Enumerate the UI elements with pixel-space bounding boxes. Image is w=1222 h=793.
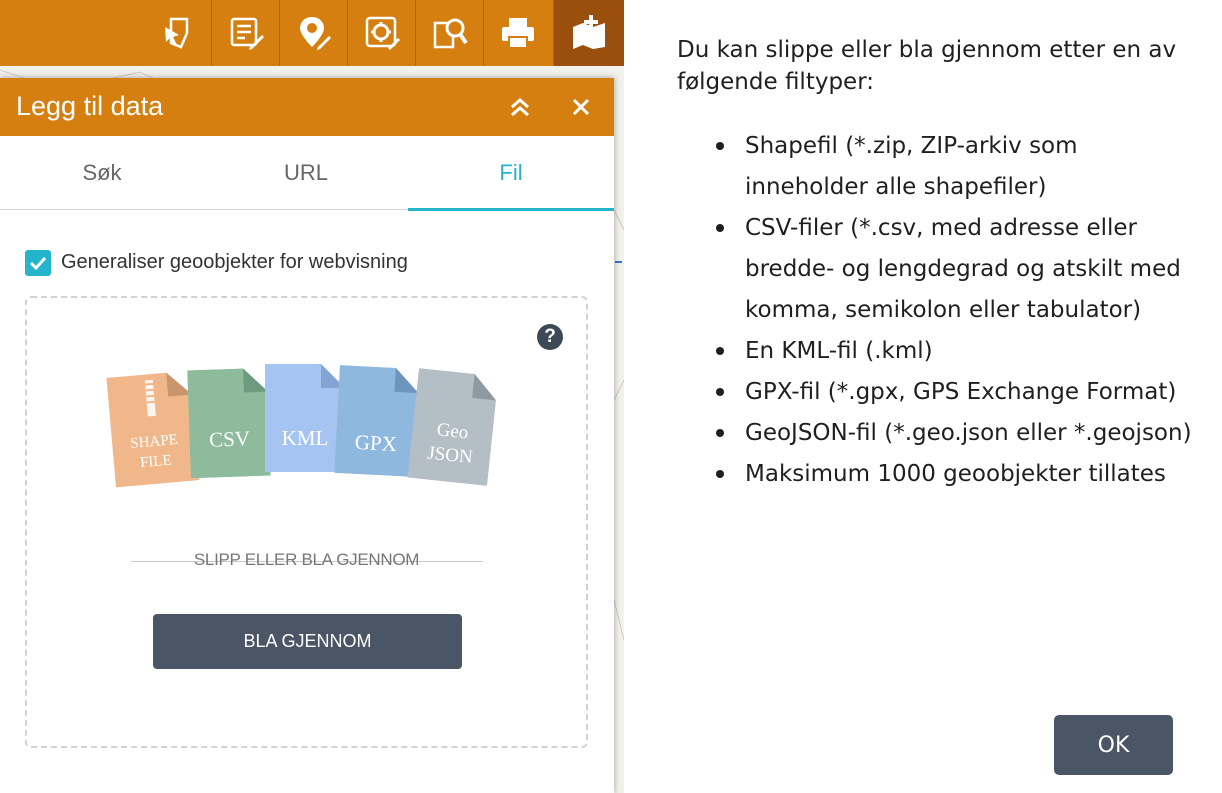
file-type-illustration: SHAPE FILE CSV KML GPX Geo JSON	[106, 364, 497, 494]
draw-icon	[299, 17, 331, 50]
info-intro: Du kan slippe eller bla gjennom etter en…	[677, 37, 1177, 95]
active-tab-indicator	[408, 208, 614, 211]
add-data-panel: Legg til data Søk URL Fil Generaliser ge…	[0, 78, 614, 793]
shapefile-icon: SHAPE FILE	[106, 371, 200, 488]
panel-title: Legg til data	[16, 91, 164, 121]
drop-instruction: SLIPP ELLER BLA GJENNOM	[193, 550, 420, 569]
tab-url[interactable]: URL	[204, 136, 408, 210]
geojson-file-icon: Geo JSON	[407, 368, 498, 486]
tool-edit-list[interactable]	[211, 0, 279, 66]
list-item: GeoJSON-fil (*.geo.json eller *.geojson)	[712, 413, 1192, 454]
list-item: Shapefil (*.zip, ZIP-arkiv som inneholde…	[712, 126, 1192, 208]
select-icon	[165, 17, 189, 49]
tab-file[interactable]: Fil	[408, 136, 614, 210]
csv-label: CSV	[208, 426, 251, 452]
tool-add-data[interactable]	[553, 0, 624, 66]
double-chevron-up-icon	[511, 98, 529, 117]
tool-settings-edit[interactable]	[347, 0, 415, 66]
tool-print[interactable]	[483, 0, 551, 66]
tool-select[interactable]	[143, 0, 211, 66]
tab-search[interactable]: Søk	[0, 136, 204, 210]
list-item: GPX-fil (*.gpx, GPS Exchange Format)	[712, 372, 1192, 413]
edit-list-icon	[230, 17, 264, 50]
tool-draw[interactable]	[279, 0, 347, 66]
gpx-file-icon: GPX	[334, 364, 420, 478]
ok-button[interactable]: OK	[1054, 715, 1173, 775]
map-toolbar	[0, 0, 624, 66]
generalize-checkbox[interactable]	[25, 250, 51, 276]
close-icon	[572, 98, 590, 116]
checkmark-icon	[29, 256, 47, 271]
browse-button[interactable]: BLA GJENNOM	[153, 614, 462, 669]
help-icon[interactable]: ?	[537, 324, 563, 350]
print-icon	[501, 18, 534, 49]
tab-bar: Søk URL Fil	[0, 136, 614, 210]
file-type-list: Shapefil (*.zip, ZIP-arkiv som inneholde…	[712, 126, 1192, 495]
kml-file-icon: KML	[265, 364, 345, 472]
add-data-icon	[573, 15, 605, 49]
settings-edit-icon	[365, 16, 400, 50]
list-item: Maksimum 1000 geoobjekter tillates	[712, 454, 1192, 495]
list-item: CSV-filer (*.csv, med adresse eller bred…	[712, 208, 1192, 331]
search-document-icon	[433, 18, 468, 49]
gpx-label: GPX	[354, 429, 398, 457]
file-drop-zone[interactable]: ? SHAPE FILE CSV KML GPX Geo JSON SLIPP …	[25, 296, 588, 748]
generalize-label: Generaliser geoobjekter for webvisning	[61, 251, 408, 273]
list-item: En KML-fil (.kml)	[712, 331, 1192, 372]
panel-header: Legg til data	[0, 78, 614, 136]
close-button[interactable]	[566, 92, 596, 122]
kml-label: KML	[281, 426, 329, 450]
collapse-button[interactable]	[505, 92, 535, 122]
tool-search-document[interactable]	[415, 0, 483, 66]
csv-file-icon: CSV	[187, 368, 271, 479]
